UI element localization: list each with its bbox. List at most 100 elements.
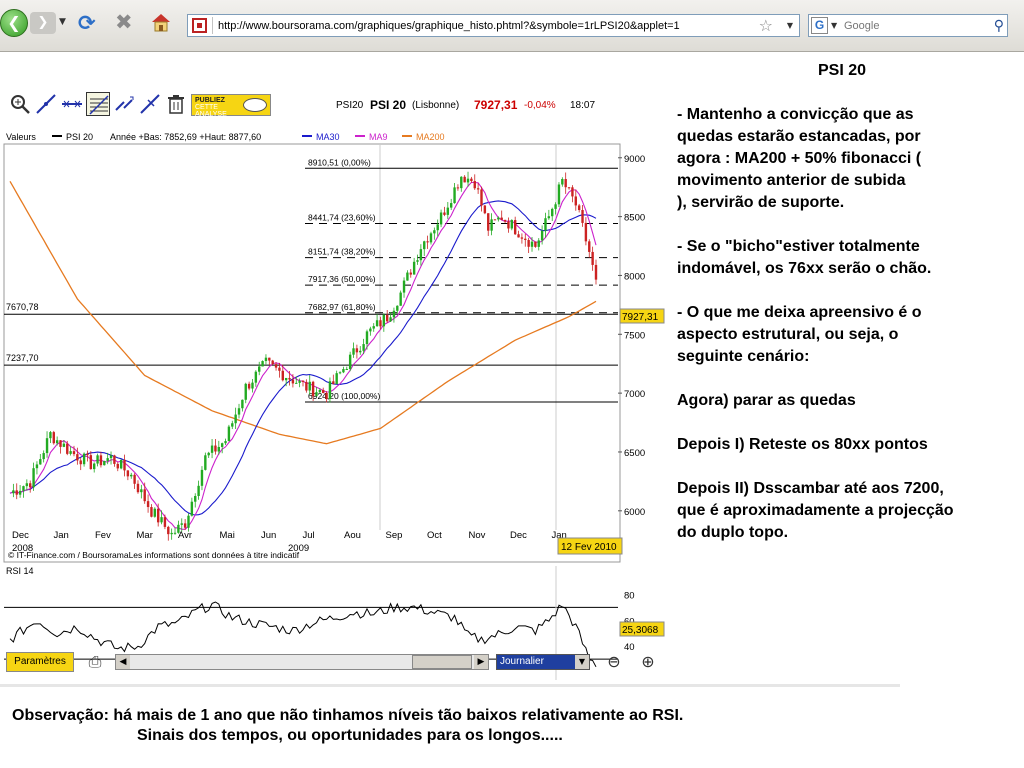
candle-body (396, 305, 399, 311)
quote-symbol-code: PSI20 (336, 100, 364, 111)
chart-svg[interactable]: Valeurs PSI 20 Année +Bas: 7852,69 +Haut… (0, 132, 668, 680)
zoom-tool-icon[interactable] (8, 92, 32, 116)
candle-body (561, 179, 564, 185)
candle-body (86, 453, 89, 456)
candle-body (15, 490, 18, 495)
candle-body (133, 474, 136, 484)
candle-body (540, 230, 544, 241)
period-dropdown-icon[interactable]: ▼ (575, 655, 589, 669)
zoom-out-icon[interactable]: ⊖ (602, 650, 626, 674)
candle-body (96, 455, 99, 464)
price-chart[interactable]: Valeurs PSI 20 Année +Bas: 7852,69 +Haut… (0, 132, 668, 680)
candle-body (224, 441, 227, 444)
candle-body (237, 408, 241, 415)
candle-body (92, 463, 96, 470)
candle-body (79, 460, 82, 465)
candle-body (150, 507, 153, 517)
stop-icon[interactable]: ✖ (115, 12, 133, 33)
candle-body (25, 483, 29, 487)
fibonacci-tool-icon[interactable] (86, 92, 110, 116)
parallel-line-tool-icon[interactable] (138, 92, 162, 116)
candle-body (136, 483, 140, 493)
address-bar[interactable]: http://www.boursorama.com/graphiques/gra… (187, 14, 800, 37)
x-month-label-6: Jun (261, 530, 276, 541)
candle-body (143, 489, 146, 502)
url-dropdown-icon[interactable]: ▼ (787, 20, 793, 32)
candle-body (251, 382, 254, 389)
channel-tool-icon[interactable] (112, 92, 136, 116)
search-engine-icon[interactable]: G (811, 17, 828, 34)
page-title: PSI 20 (818, 62, 867, 79)
rsi-tick-80: 80 (624, 590, 635, 601)
candle-body (156, 508, 160, 523)
zoom-in-icon[interactable]: ⊕ (636, 650, 660, 674)
candle-body (466, 178, 470, 183)
candle-body (503, 219, 507, 222)
candle-body (200, 469, 204, 486)
candle-body (35, 464, 39, 469)
parametres-button[interactable]: Paramètres (6, 652, 74, 672)
candle-body (328, 381, 332, 399)
candle-body (335, 373, 338, 384)
url-text[interactable]: http://www.boursorama.com/graphiques/gra… (218, 19, 680, 33)
candle-body (345, 369, 348, 371)
period-value[interactable]: Journalier (497, 655, 575, 669)
y-tick-label-7000: 7000 (624, 389, 645, 400)
x-month-label-4: Avr (178, 530, 192, 541)
candle-body (173, 532, 177, 534)
site-favicon-icon (192, 18, 207, 33)
candle-body (66, 443, 69, 454)
forward-arrow-icon: ❯ (37, 15, 49, 30)
candle-body (567, 187, 571, 189)
back-button[interactable]: ❮ (0, 9, 28, 37)
candle-body (187, 515, 190, 528)
bookmark-star-icon[interactable]: ☆ (759, 16, 773, 36)
period-select[interactable]: Journalier ▼ (496, 654, 590, 670)
fib-label-5: 6924,20 (100,00%) (308, 391, 380, 401)
fib-label-3: 7917,36 (50,00%) (308, 274, 376, 284)
scroll-thumb[interactable] (412, 655, 472, 669)
candle-body (217, 446, 221, 452)
urlbar-separator (212, 17, 213, 34)
x-month-label-3: Mar (137, 530, 153, 541)
candle-body (140, 489, 143, 493)
history-dropdown-icon[interactable]: ▼ (59, 18, 67, 27)
candle-body (480, 189, 483, 206)
x-month-label-5: Mai (220, 530, 235, 541)
x-month-label-1: Jan (54, 530, 69, 541)
search-bar[interactable]: G ▼ Google ⚲ (808, 14, 1008, 37)
print-icon[interactable]: ⎙ (84, 652, 106, 672)
scroll-right-icon[interactable]: ▶ (474, 655, 488, 669)
scroll-left-icon[interactable]: ◀ (116, 655, 130, 669)
horizontal-line-tool-icon[interactable] (60, 92, 84, 116)
engine-dropdown-icon[interactable]: ▼ (831, 21, 837, 31)
candle-body (385, 314, 389, 322)
candles-layer (12, 171, 598, 541)
trend-line-tool-icon[interactable] (34, 92, 58, 116)
candle-body (412, 261, 416, 275)
observation-divider (0, 684, 900, 687)
current-price-label: 7927,31 (622, 312, 659, 323)
reload-icon[interactable]: ⟳ (78, 13, 96, 34)
trash-icon[interactable] (164, 92, 188, 116)
candle-body (463, 176, 466, 183)
candle-body (520, 237, 524, 239)
candle-body (517, 234, 520, 238)
search-icon[interactable]: ⚲ (994, 17, 1004, 35)
candle-body (315, 392, 318, 397)
forward-button[interactable]: ❯ (30, 12, 56, 34)
observation-line1: Observação: há mais de 1 ano que não tin… (12, 707, 684, 724)
candle-body (220, 443, 224, 447)
candle-body (322, 389, 325, 393)
candle-body (352, 348, 355, 355)
publish-analysis-button[interactable]: PUBLIEZ CETTE ANALYSE (191, 94, 271, 118)
search-placeholder[interactable]: Google (844, 20, 879, 33)
header-range: Année +Bas: 7852,69 +Haut: 8877,60 (110, 132, 261, 142)
chart-scrollbar[interactable]: ◀ ▶ (115, 654, 489, 670)
candle-body (45, 438, 49, 454)
chart-applet: PUBLIEZ CETTE ANALYSE PSI20 PSI 20 (Lisb… (0, 84, 668, 680)
commentary-p5: Depois I) Reteste os 80xx pontos (677, 436, 928, 453)
x-month-label-10: Oct (427, 530, 442, 541)
candle-body (190, 501, 194, 516)
home-icon[interactable] (150, 12, 172, 32)
